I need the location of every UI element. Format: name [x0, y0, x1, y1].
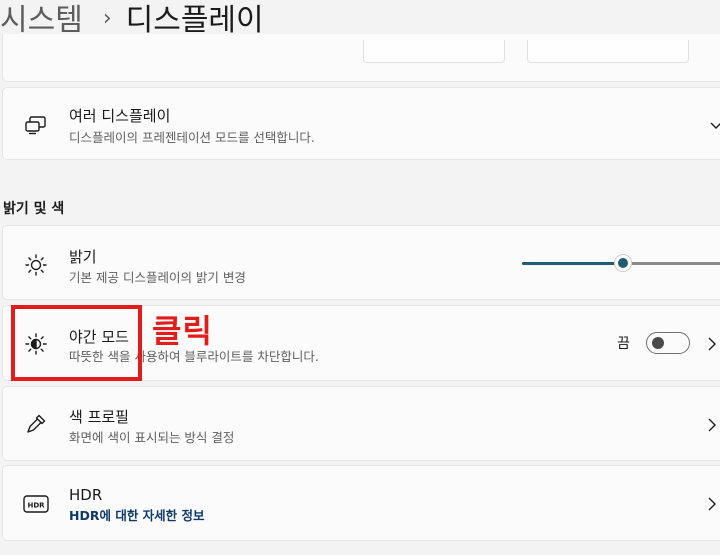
- color-profile-subtitle: 화면에 색이 표시되는 방식 결정: [69, 430, 235, 445]
- night-mode-state-label: 끔: [617, 336, 630, 352]
- brightness-subtitle: 기본 제공 디스플레이의 밝기 변경: [69, 270, 246, 285]
- brightness-icon: [23, 252, 49, 278]
- svg-text:HDR: HDR: [27, 502, 45, 510]
- eyedropper-icon: [23, 411, 49, 437]
- hdr-info-link[interactable]: HDR에 대한 자세한 정보: [69, 505, 205, 524]
- chevron-right-icon[interactable]: [707, 417, 717, 432]
- brightness-slider-fill: [522, 262, 623, 265]
- toggle-knob: [652, 337, 664, 349]
- brightness-title: 밝기: [69, 248, 97, 266]
- top-card-button-2[interactable]: [527, 40, 689, 63]
- chevron-right-icon[interactable]: [707, 336, 717, 351]
- hdr-row[interactable]: HDR HDR HDR에 대한 자세한 정보: [2, 465, 720, 541]
- chevron-right-icon[interactable]: [707, 496, 717, 511]
- multi-display-subtitle: 디스플레이의 프레젠테이션 모드를 선택합니다.: [69, 130, 315, 145]
- multi-display-icon: [23, 112, 49, 138]
- brightness-slider[interactable]: [522, 254, 720, 272]
- color-profile-title: 색 프로필: [69, 408, 129, 426]
- hdr-title: HDR: [69, 486, 103, 504]
- breadcrumb-separator: ›: [102, 5, 112, 31]
- color-profile-row[interactable]: 색 프로필 화면에 색이 표시되는 방식 결정: [2, 386, 720, 461]
- top-card-button-1[interactable]: [363, 40, 505, 63]
- scale-layout-card: [2, 34, 720, 82]
- hdr-icon: HDR: [23, 491, 49, 517]
- chevron-down-icon[interactable]: [709, 116, 720, 129]
- night-mode-toggle[interactable]: [646, 332, 690, 354]
- section-brightness-color: 밝기 및 색: [3, 201, 65, 217]
- annotation-label: 클릭: [152, 312, 213, 350]
- multi-display-title: 여러 디스플레이: [69, 107, 171, 125]
- annotation-highlight-box: [11, 305, 142, 381]
- multi-display-row[interactable]: 여러 디스플레이 디스플레이의 프레젠테이션 모드를 선택합니다.: [2, 87, 720, 160]
- brightness-slider-thumb[interactable]: [614, 254, 632, 272]
